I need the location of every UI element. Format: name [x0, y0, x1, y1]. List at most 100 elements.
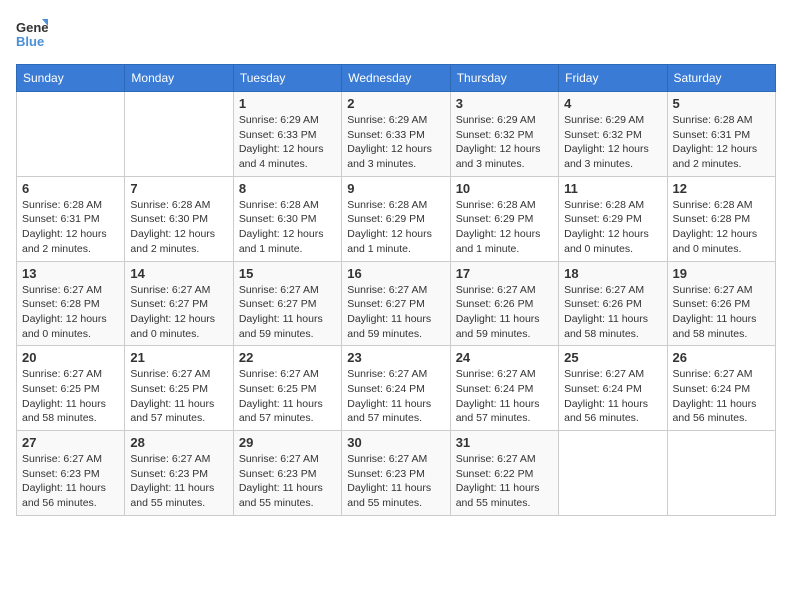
- calendar-cell: 7Sunrise: 6:28 AM Sunset: 6:30 PM Daylig…: [125, 176, 233, 261]
- day-number: 11: [564, 181, 661, 196]
- day-detail: Sunrise: 6:28 AM Sunset: 6:28 PM Dayligh…: [673, 198, 770, 257]
- day-number: 3: [456, 96, 553, 111]
- day-number: 10: [456, 181, 553, 196]
- day-detail: Sunrise: 6:27 AM Sunset: 6:25 PM Dayligh…: [22, 367, 119, 426]
- svg-text:General: General: [16, 20, 48, 35]
- calendar-cell: [125, 92, 233, 177]
- calendar-cell: 23 Sunrise: 6:27 AM Sunset: 6:24 PM Dayli…: [342, 346, 450, 431]
- calendar-cell: 28Sunrise: 6:27 AM Sunset: 6:23 PM Dayli…: [125, 431, 233, 516]
- calendar-week-5: 27 Sunrise: 6:27 AM Sunset: 6:23 PM Dayli…: [17, 431, 776, 516]
- calendar-cell: 14 Sunrise: 6:27 AM Sunset: 6:27 PM Dayli…: [125, 261, 233, 346]
- calendar-cell: 22 Sunrise: 6:27 AM Sunset: 6:25 PM Dayli…: [233, 346, 341, 431]
- day-detail: Sunrise: 6:28 AM Sunset: 6:29 PM Dayligh…: [564, 198, 661, 257]
- calendar-week-2: 6 Sunrise: 6:28 AM Sunset: 6:31 PM Daylig…: [17, 176, 776, 261]
- day-detail: Sunrise: 6:28 AM Sunset: 6:30 PM Dayligh…: [239, 198, 336, 257]
- calendar-cell: 11 Sunrise: 6:28 AM Sunset: 6:29 PM Dayli…: [559, 176, 667, 261]
- day-number: 25: [564, 350, 661, 365]
- day-detail: Sunrise: 6:27 AM Sunset: 6:23 PM Dayligh…: [22, 452, 119, 511]
- day-detail: Sunrise: 6:27 AM Sunset: 6:27 PM Dayligh…: [239, 283, 336, 342]
- day-detail: Sunrise: 6:27 AM Sunset: 6:25 PM Dayligh…: [130, 367, 227, 426]
- day-detail: Sunrise: 6:28 AM Sunset: 6:31 PM Dayligh…: [22, 198, 119, 257]
- calendar-cell: 21 Sunrise: 6:27 AM Sunset: 6:25 PM Dayli…: [125, 346, 233, 431]
- calendar-cell: 29Sunrise: 6:27 AM Sunset: 6:23 PM Dayli…: [233, 431, 341, 516]
- calendar-week-4: 20Sunrise: 6:27 AM Sunset: 6:25 PM Dayli…: [17, 346, 776, 431]
- calendar-table: SundayMondayTuesdayWednesdayThursdayFrid…: [16, 64, 776, 516]
- calendar-cell: 25 Sunrise: 6:27 AM Sunset: 6:24 PM Dayli…: [559, 346, 667, 431]
- calendar-cell: 13 Sunrise: 6:27 AM Sunset: 6:28 PM Dayli…: [17, 261, 125, 346]
- calendar-header-row: SundayMondayTuesdayWednesdayThursdayFrid…: [17, 65, 776, 92]
- day-number: 26: [673, 350, 770, 365]
- svg-text:Blue: Blue: [16, 34, 44, 49]
- calendar-cell: 12 Sunrise: 6:28 AM Sunset: 6:28 PM Dayli…: [667, 176, 775, 261]
- day-detail: Sunrise: 6:27 AM Sunset: 6:24 PM Dayligh…: [456, 367, 553, 426]
- day-detail: Sunrise: 6:27 AM Sunset: 6:25 PM Dayligh…: [239, 367, 336, 426]
- day-detail: Sunrise: 6:27 AM Sunset: 6:28 PM Dayligh…: [22, 283, 119, 342]
- day-number: 6: [22, 181, 119, 196]
- calendar-cell: 20Sunrise: 6:27 AM Sunset: 6:25 PM Dayli…: [17, 346, 125, 431]
- day-number: 21: [130, 350, 227, 365]
- calendar-cell: 3 Sunrise: 6:29 AM Sunset: 6:32 PM Daylig…: [450, 92, 558, 177]
- calendar-cell: 2Sunrise: 6:29 AM Sunset: 6:33 PM Daylig…: [342, 92, 450, 177]
- day-header-tuesday: Tuesday: [233, 65, 341, 92]
- day-number: 1: [239, 96, 336, 111]
- day-number: 24: [456, 350, 553, 365]
- calendar-cell: [17, 92, 125, 177]
- calendar-cell: 1Sunrise: 6:29 AM Sunset: 6:33 PM Daylig…: [233, 92, 341, 177]
- calendar-cell: 10 Sunrise: 6:28 AM Sunset: 6:29 PM Dayli…: [450, 176, 558, 261]
- day-number: 8: [239, 181, 336, 196]
- logo: General Blue: [16, 16, 48, 52]
- logo-shape: General Blue: [16, 16, 48, 52]
- calendar-cell: [559, 431, 667, 516]
- calendar-cell: 17 Sunrise: 6:27 AM Sunset: 6:26 PM Dayli…: [450, 261, 558, 346]
- day-header-wednesday: Wednesday: [342, 65, 450, 92]
- day-detail: Sunrise: 6:27 AM Sunset: 6:23 PM Dayligh…: [239, 452, 336, 511]
- day-detail: Sunrise: 6:27 AM Sunset: 6:24 PM Dayligh…: [564, 367, 661, 426]
- day-header-thursday: Thursday: [450, 65, 558, 92]
- calendar-cell: 26Sunrise: 6:27 AM Sunset: 6:24 PM Dayli…: [667, 346, 775, 431]
- calendar-cell: 31Sunrise: 6:27 AM Sunset: 6:22 PM Dayli…: [450, 431, 558, 516]
- day-detail: Sunrise: 6:27 AM Sunset: 6:24 PM Dayligh…: [347, 367, 444, 426]
- day-detail: Sunrise: 6:27 AM Sunset: 6:26 PM Dayligh…: [564, 283, 661, 342]
- calendar-cell: 30Sunrise: 6:27 AM Sunset: 6:23 PM Dayli…: [342, 431, 450, 516]
- day-number: 5: [673, 96, 770, 111]
- calendar-week-1: 1 Sunrise: 6:29 AM Sunset: 6:33 PM Daylig…: [17, 92, 776, 177]
- day-header-friday: Friday: [559, 65, 667, 92]
- day-number: 14: [130, 266, 227, 281]
- day-number: 12: [673, 181, 770, 196]
- day-detail: Sunrise: 6:29 AM Sunset: 6:33 PM Dayligh…: [347, 113, 444, 172]
- day-detail: Sunrise: 6:27 AM Sunset: 6:23 PM Dayligh…: [347, 452, 444, 511]
- day-detail: Sunrise: 6:28 AM Sunset: 6:29 PM Dayligh…: [456, 198, 553, 257]
- day-number: 31: [456, 435, 553, 450]
- day-number: 4: [564, 96, 661, 111]
- day-detail: Sunrise: 6:27 AM Sunset: 6:27 PM Dayligh…: [130, 283, 227, 342]
- calendar-cell: 4 Sunrise: 6:29 AM Sunset: 6:32 PM Daylig…: [559, 92, 667, 177]
- page-header: General Blue: [16, 16, 776, 52]
- day-detail: Sunrise: 6:27 AM Sunset: 6:26 PM Dayligh…: [456, 283, 553, 342]
- day-detail: Sunrise: 6:27 AM Sunset: 6:27 PM Dayligh…: [347, 283, 444, 342]
- calendar-cell: 27 Sunrise: 6:27 AM Sunset: 6:23 PM Dayli…: [17, 431, 125, 516]
- calendar-body: 1 Sunrise: 6:29 AM Sunset: 6:33 PM Daylig…: [17, 92, 776, 516]
- day-header-saturday: Saturday: [667, 65, 775, 92]
- logo-svg: General Blue: [16, 16, 48, 52]
- calendar-cell: 19Sunrise: 6:27 AM Sunset: 6:26 PM Dayli…: [667, 261, 775, 346]
- day-number: 13: [22, 266, 119, 281]
- day-detail: Sunrise: 6:29 AM Sunset: 6:32 PM Dayligh…: [456, 113, 553, 172]
- day-number: 17: [456, 266, 553, 281]
- day-number: 9: [347, 181, 444, 196]
- calendar-cell: 9 Sunrise: 6:28 AM Sunset: 6:29 PM Daylig…: [342, 176, 450, 261]
- day-detail: Sunrise: 6:27 AM Sunset: 6:26 PM Dayligh…: [673, 283, 770, 342]
- day-detail: Sunrise: 6:27 AM Sunset: 6:23 PM Dayligh…: [130, 452, 227, 511]
- calendar-cell: 24 Sunrise: 6:27 AM Sunset: 6:24 PM Dayli…: [450, 346, 558, 431]
- day-number: 22: [239, 350, 336, 365]
- calendar-cell: 8 Sunrise: 6:28 AM Sunset: 6:30 PM Daylig…: [233, 176, 341, 261]
- day-detail: Sunrise: 6:29 AM Sunset: 6:32 PM Dayligh…: [564, 113, 661, 172]
- calendar-week-3: 13 Sunrise: 6:27 AM Sunset: 6:28 PM Dayli…: [17, 261, 776, 346]
- day-detail: Sunrise: 6:28 AM Sunset: 6:30 PM Dayligh…: [130, 198, 227, 257]
- day-number: 27: [22, 435, 119, 450]
- day-detail: Sunrise: 6:28 AM Sunset: 6:29 PM Dayligh…: [347, 198, 444, 257]
- day-number: 23: [347, 350, 444, 365]
- calendar-cell: 18Sunrise: 6:27 AM Sunset: 6:26 PM Dayli…: [559, 261, 667, 346]
- calendar-cell: 15Sunrise: 6:27 AM Sunset: 6:27 PM Dayli…: [233, 261, 341, 346]
- day-header-monday: Monday: [125, 65, 233, 92]
- calendar-cell: [667, 431, 775, 516]
